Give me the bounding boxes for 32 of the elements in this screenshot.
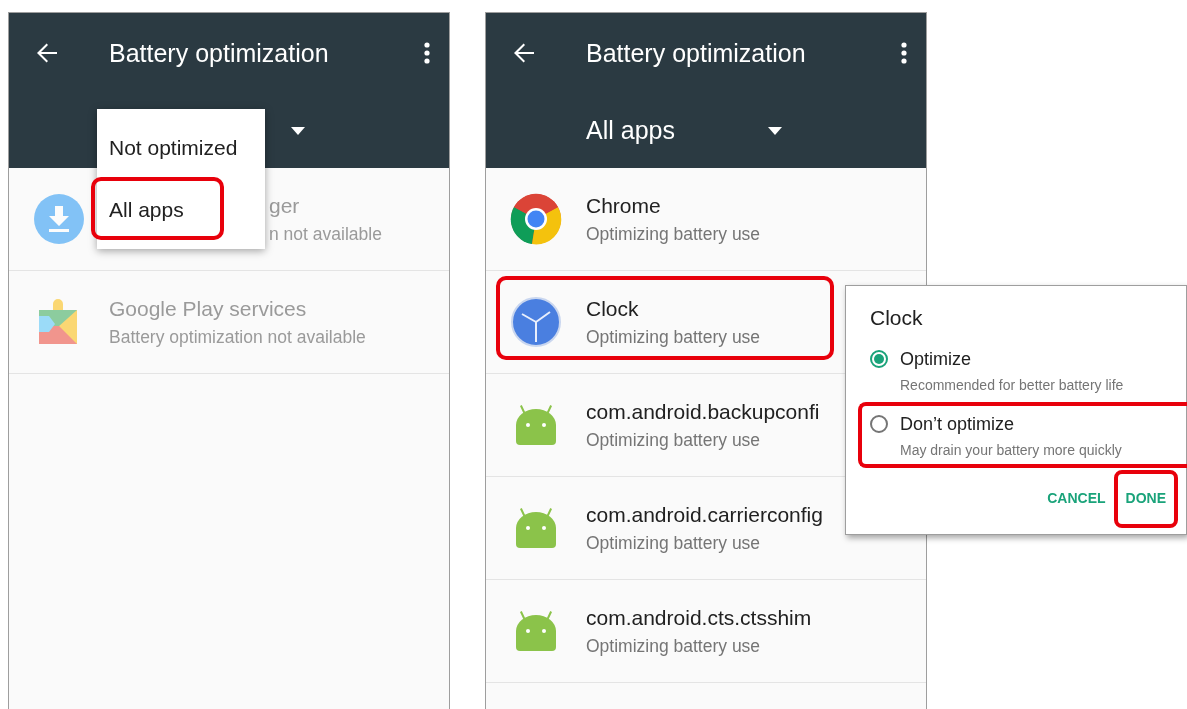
download-icon bbox=[33, 193, 85, 245]
dropdown-arrow-icon[interactable] bbox=[291, 126, 305, 135]
chrome-icon bbox=[510, 193, 562, 245]
app-name: com.android.cts.ctsshim bbox=[586, 605, 812, 630]
app-name: Clock bbox=[586, 296, 639, 321]
app-status: Optimizing battery use bbox=[586, 223, 761, 245]
app-name: Chrome bbox=[586, 193, 661, 218]
app-status: Optimizing battery use bbox=[586, 429, 761, 451]
radio-button[interactable] bbox=[870, 415, 888, 433]
app-name: com.android.backupconfi bbox=[586, 399, 820, 424]
filter-dropdown[interactable]: All apps bbox=[586, 116, 768, 145]
more-options-icon[interactable] bbox=[423, 41, 431, 65]
back-arrow-icon[interactable] bbox=[512, 41, 536, 65]
more-options-icon[interactable] bbox=[900, 41, 908, 65]
back-arrow-icon[interactable] bbox=[35, 41, 59, 65]
app-row[interactable]: Chrome Optimizing battery use bbox=[486, 168, 926, 271]
app-status: Optimizing battery use bbox=[586, 635, 761, 657]
app-row[interactable]: com.android.cts.ctsshim Optimizing battery use bbox=[486, 580, 926, 683]
screen-title: Battery optimization bbox=[586, 38, 807, 68]
dialog-title: Clock bbox=[870, 306, 924, 330]
app-name: Google Play services bbox=[109, 296, 307, 321]
app-status: n not available bbox=[269, 223, 382, 245]
app-status: Battery optimization not available bbox=[109, 326, 366, 348]
menu-item[interactable]: All apps bbox=[97, 179, 265, 241]
clock-icon bbox=[510, 296, 562, 348]
app-name: com.android.carrierconfig bbox=[586, 502, 823, 527]
app-name: ger bbox=[269, 193, 300, 218]
radio-button[interactable] bbox=[870, 350, 888, 368]
dropdown-arrow-icon[interactable] bbox=[768, 126, 782, 135]
app-status: Optimizing battery use bbox=[586, 532, 761, 554]
screen-title: Battery optimization bbox=[109, 38, 330, 68]
app-status: Optimizing battery use bbox=[586, 326, 761, 348]
